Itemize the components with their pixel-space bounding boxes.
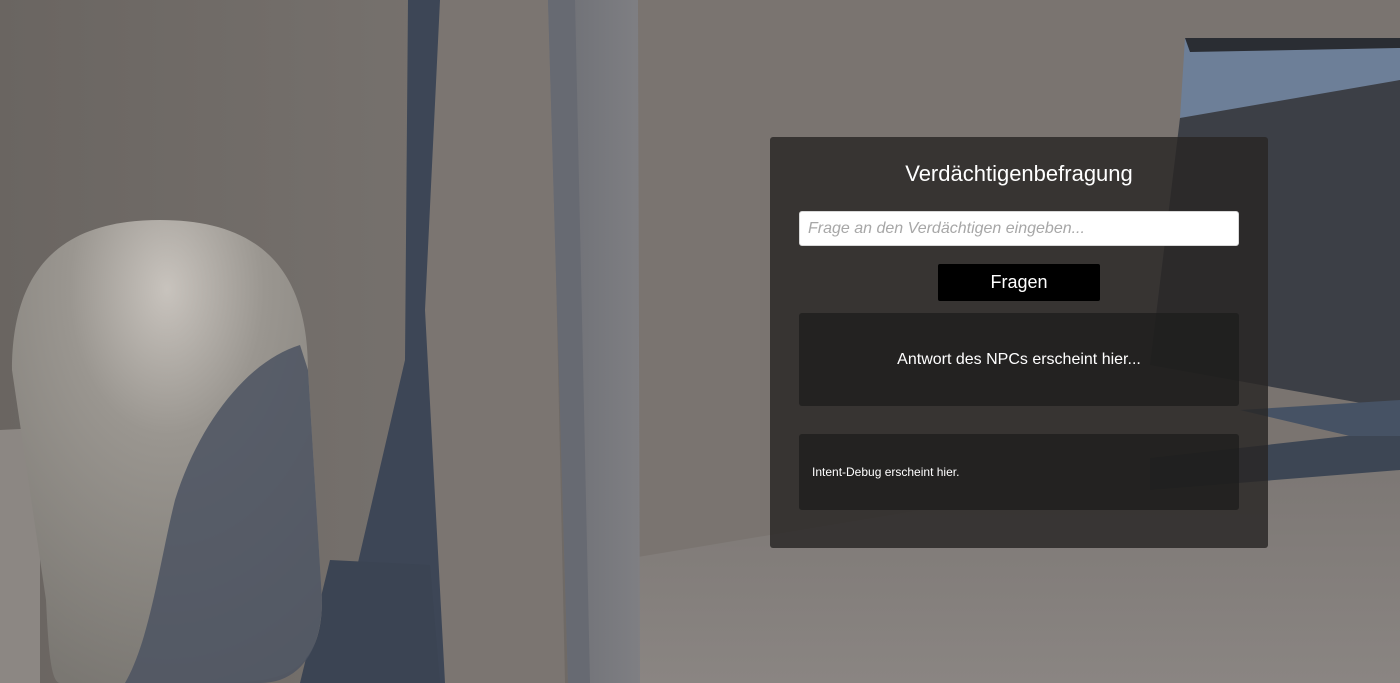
debug-box: Intent-Debug erscheint hier. — [799, 434, 1239, 510]
panel-title: Verdächtigenbefragung — [905, 161, 1133, 186]
game-viewport[interactable]: Verdächtigenbefragung Fragen Antwort des… — [0, 0, 1400, 683]
intent-debug-text: Intent-Debug erscheint hier. — [812, 465, 960, 479]
question-input[interactable] — [799, 211, 1239, 246]
ask-button[interactable]: Fragen — [938, 264, 1100, 301]
npc-answer-text: Antwort des NPCs erscheint hier... — [897, 350, 1141, 368]
panel-header: Verdächtigenbefragung — [770, 160, 1268, 188]
center-wall — [420, 0, 565, 683]
answer-box: Antwort des NPCs erscheint hier... — [799, 313, 1239, 406]
